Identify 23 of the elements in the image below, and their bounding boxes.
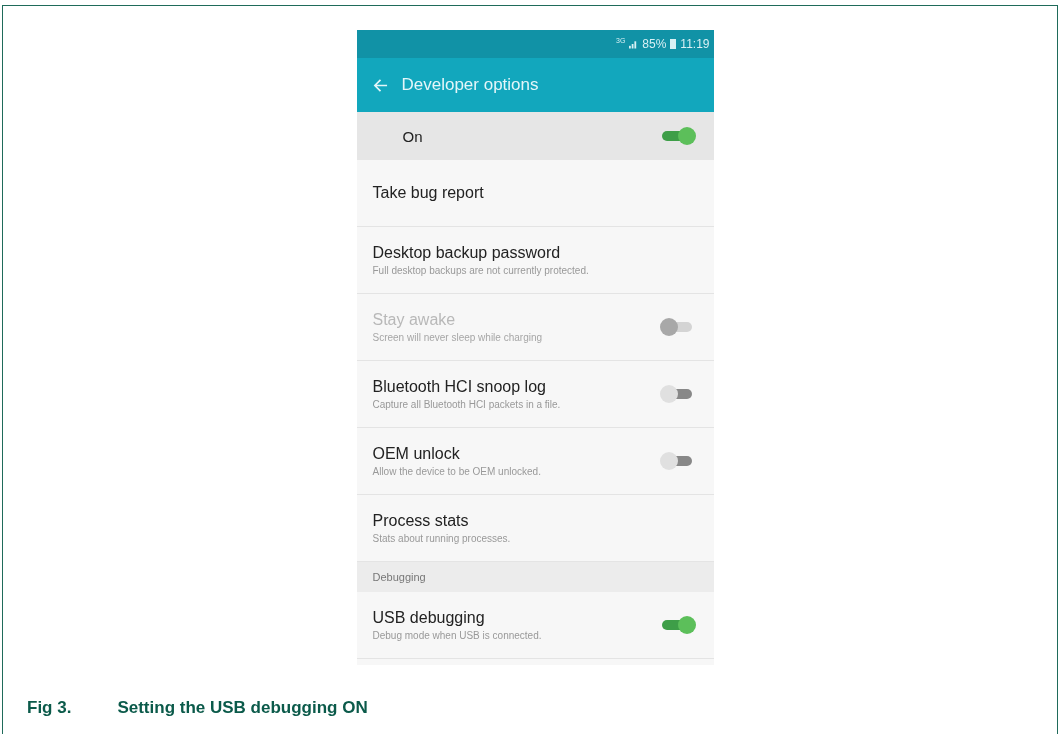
battery-level: 85% [642,37,667,51]
signal-icon [629,39,639,49]
figure-number: Fig 3. [27,698,72,718]
setting-summary: Stats about running processes. [372,533,511,544]
setting-title[interactable]: Bluetooth HCI snoop log [372,378,561,396]
screen-title: Developer options [401,75,539,95]
switch-label: On [402,127,423,145]
setting-summary: Full desktop backups are not currently protected. [372,265,589,276]
setting-summary: Allow the device to be OEM unlocked. [372,466,541,477]
setting-title[interactable]: OEM unlock [372,445,541,463]
setting-summary: Screen will never sleep while charging [372,332,543,343]
clock: 11:19 [680,37,710,51]
setting-title[interactable]: Take bug report [372,184,484,202]
setting-title[interactable]: Desktop backup password [372,244,589,262]
setting-summary: Capture all Bluetooth HCI packets in a file. [372,399,561,410]
section-header: Debugging [356,562,714,592]
master-switch-row[interactable]: On [356,112,714,160]
setting-summary: Debug mode when USB is connected. [372,630,542,641]
setting-title[interactable]: Process stats [372,512,511,530]
back-arrow-icon[interactable] [372,77,388,93]
setting-title[interactable]: USB debugging [372,609,542,627]
battery-icon [670,39,677,49]
figure-caption: Setting the USB debugging ON [117,698,368,718]
